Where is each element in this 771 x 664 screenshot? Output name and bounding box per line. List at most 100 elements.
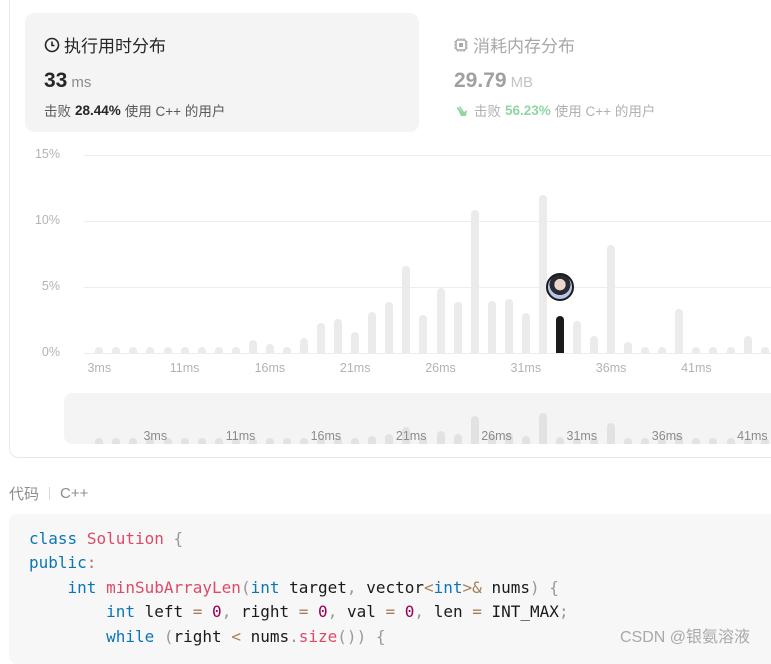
navigator-tick-label: 21ms	[395, 429, 427, 443]
chart-bar[interactable]	[692, 347, 701, 353]
chart-bar[interactable]	[282, 347, 291, 353]
code-token: )	[529, 577, 540, 597]
chart-bar[interactable]	[129, 347, 138, 353]
x-tick-label: 21ms	[339, 361, 371, 375]
x-tick-label: 16ms	[254, 361, 286, 375]
code-token: ;	[558, 602, 569, 622]
navigator-bar	[282, 438, 291, 444]
chart-bar[interactable]	[709, 347, 718, 353]
chart-bar[interactable]	[95, 347, 104, 353]
chart-bar[interactable]	[163, 347, 172, 353]
navigator-bar	[180, 438, 189, 444]
code-header: 代码 C++	[9, 483, 88, 504]
code-token: .	[289, 626, 299, 646]
chart-bar[interactable]	[368, 312, 377, 353]
code-token: {	[375, 626, 386, 646]
code-token: 0	[318, 602, 328, 622]
code-token: ,	[221, 602, 232, 622]
chart-bar[interactable]	[504, 298, 513, 353]
code-token: Solution	[86, 529, 164, 548]
chart-bar[interactable]	[265, 344, 274, 353]
chart-bar[interactable]	[197, 347, 206, 353]
runtime-unit: ms	[71, 74, 92, 91]
x-tick-label: 3ms	[87, 361, 112, 375]
navigator-bar	[555, 436, 564, 444]
chart-bar[interactable]	[658, 347, 667, 353]
chart-bar[interactable]	[112, 347, 121, 353]
navigator-bar	[129, 438, 138, 444]
x-tick-label: 41ms	[681, 361, 712, 375]
chart-bar[interactable]	[572, 320, 581, 353]
chart-bar[interactable]	[334, 318, 343, 353]
code-token: nums	[240, 626, 290, 646]
chart-bar[interactable]	[555, 316, 564, 353]
navigator-bar	[521, 436, 530, 444]
chart-bar[interactable]	[300, 338, 309, 353]
code-token: 0	[212, 602, 222, 622]
chart-bar[interactable]	[453, 302, 462, 353]
navigator-bar	[95, 438, 104, 444]
chip-icon	[454, 37, 468, 52]
chart-bar[interactable]	[231, 347, 240, 353]
navigator-tick-label: 31ms	[566, 429, 598, 443]
x-tick-label: 31ms	[510, 361, 542, 375]
chart-bar[interactable]	[675, 309, 684, 353]
chart-bar[interactable]	[590, 335, 599, 353]
navigator-tick-label: 36ms	[651, 429, 683, 443]
chart-bar[interactable]	[743, 335, 752, 353]
chart-bar[interactable]	[214, 347, 223, 353]
chart-bar[interactable]	[521, 313, 530, 353]
chart-bar[interactable]	[317, 323, 326, 353]
x-tick-label: 11ms	[169, 361, 200, 375]
code-token: {	[549, 577, 559, 597]
chart-bar[interactable]	[351, 332, 360, 353]
chart-bar[interactable]	[538, 195, 547, 353]
chart-bar[interactable]	[419, 314, 428, 353]
chart-bar[interactable]	[146, 347, 155, 353]
chart-bar[interactable]	[607, 244, 616, 353]
chart-bar[interactable]	[402, 266, 411, 353]
chart-bar[interactable]	[436, 288, 445, 353]
gridline	[84, 221, 771, 222]
code-token: INT_MAX	[481, 602, 559, 622]
code-token: size	[298, 626, 338, 646]
code-token: >&	[462, 577, 482, 597]
code-token: ,	[346, 577, 357, 597]
code-line: class Solution {	[29, 527, 771, 551]
user-avatar[interactable]	[545, 273, 574, 301]
code-token: int	[433, 577, 463, 597]
chart-bar[interactable]	[641, 347, 650, 353]
beat-suffix: 使用 C++ 的用户	[124, 104, 226, 119]
code-token: right	[173, 626, 232, 646]
runtime-card[interactable]: 执行用时分布 33 ms 击败 28.44% 使用 C++ 的用户	[25, 13, 419, 132]
navigator-bar	[368, 435, 377, 444]
chart-bar[interactable]	[385, 302, 394, 353]
chart-bar[interactable]	[180, 347, 189, 353]
chart-bar[interactable]	[470, 210, 479, 353]
navigator-bar	[351, 438, 360, 444]
chart-range-navigator[interactable]: 3ms11ms16ms21ms26ms31ms36ms41ms4	[64, 393, 771, 444]
code-line: public:	[29, 551, 771, 575]
navigator-bar	[453, 434, 462, 444]
gridline	[84, 353, 771, 354]
navigator-bar	[538, 412, 547, 444]
x-tick-label: 26ms	[425, 361, 456, 375]
code-token: =	[192, 602, 203, 622]
chart-bar[interactable]	[726, 347, 735, 353]
code-token: ())	[337, 626, 367, 646]
chart-bar[interactable]	[487, 300, 496, 353]
chart-bar[interactable]	[760, 347, 769, 353]
chart-bar[interactable]	[248, 340, 257, 353]
y-tick-label: 10%	[34, 213, 60, 227]
navigator-bar	[726, 438, 735, 444]
navigator-bar	[607, 422, 616, 444]
chart-bar[interactable]	[624, 341, 633, 353]
navigator-bar	[470, 415, 479, 444]
y-tick-label: 5%	[41, 279, 60, 293]
navigator-tick-label: 41ms	[737, 429, 768, 443]
